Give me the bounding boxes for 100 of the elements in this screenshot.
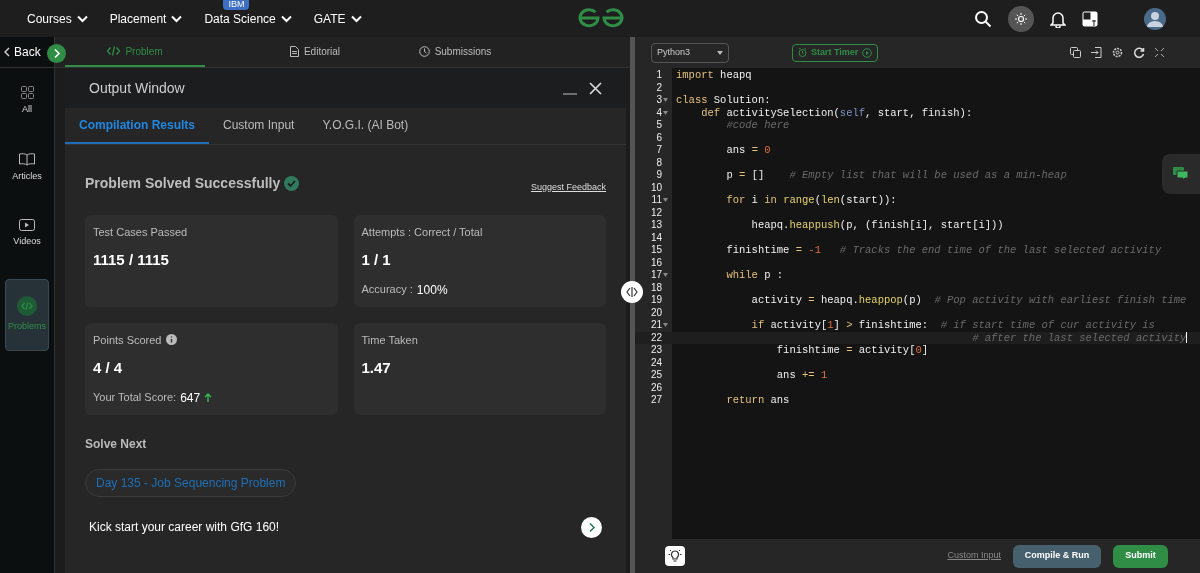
code-line: finishtime = -1 # Tracks the end time of the last selected activity (725, 244, 1162, 257)
fold-icon[interactable] (663, 198, 668, 203)
window-title: Output Window (89, 78, 185, 98)
chevron-right-icon[interactable] (581, 516, 602, 538)
copy-icon[interactable] (1070, 47, 1081, 58)
grid-icon (20, 86, 34, 99)
line-number: 3 (656, 94, 662, 107)
chevron-right-icon[interactable] (47, 44, 66, 63)
line-number: 23 (650, 344, 662, 357)
line-number: 6 (656, 131, 662, 144)
code-line: for i in range(len(start)): (725, 194, 897, 207)
document-icon (289, 45, 299, 57)
nav-menu[interactable]: Courses (27, 9, 88, 28)
avatar-icon[interactable] (1144, 7, 1166, 30)
line-number: 11 (651, 194, 662, 207)
card-note-value: 100% (416, 281, 448, 299)
splitter[interactable] (630, 37, 635, 573)
line-number: 9 (656, 169, 662, 182)
caret-icon (280, 14, 292, 23)
compile-run-button[interactable]: Compile & Run (1013, 544, 1101, 568)
nav-menu[interactable]: Data Science (204, 9, 292, 28)
card-note-label: Your Total Score: (93, 390, 177, 406)
back-button[interactable]: Back (0, 43, 41, 61)
caret-icon (76, 14, 88, 23)
code-line: if activity[1] > finishtime: # if start time of cur activity is (750, 319, 1155, 332)
settings-icon[interactable] (1112, 47, 1123, 58)
nav-menu[interactable]: Placement (109, 9, 183, 28)
tab[interactable]: Submissions (385, 37, 525, 67)
feedback-link[interactable]: Suggest Feedback (530, 181, 606, 195)
code-icon (107, 46, 121, 56)
sidebar-item[interactable]: All (5, 80, 49, 123)
book-icon (19, 152, 35, 166)
card-label: Points Scored (93, 332, 162, 348)
sun-icon (1015, 12, 1027, 25)
code-line: class Solution: (676, 94, 771, 107)
chat-button[interactable] (1162, 154, 1200, 194)
caret-icon (717, 50, 723, 55)
sidebar-item[interactable]: Videos (5, 213, 49, 255)
chevron-left-icon (4, 47, 10, 57)
custom-input-link[interactable]: Custom Input (947, 549, 1001, 563)
line-number: 21 (650, 319, 662, 332)
line-number: 13 (650, 219, 662, 232)
line-number: 14 (650, 231, 662, 244)
line-number: 12 (650, 206, 662, 219)
refresh-icon[interactable] (1133, 46, 1145, 59)
card-value: 4 / 4 (93, 358, 124, 378)
nav-menu[interactable]: GATE (313, 9, 362, 28)
resize-icon (626, 287, 638, 297)
alarm-icon (798, 48, 807, 57)
line-number: 19 (650, 294, 662, 307)
line-number: 24 (650, 356, 662, 369)
close-icon[interactable] (589, 81, 602, 95)
video-icon (19, 219, 35, 231)
translate-icon[interactable] (1082, 10, 1098, 27)
tab[interactable]: Custom Input (209, 108, 309, 144)
line-number: 20 (650, 306, 662, 319)
code-line: heapq.heappush(p, (finish[i], start[i])) (750, 219, 1004, 232)
language-dropdown[interactable]: Python3 (651, 42, 729, 63)
line-number: 5 (656, 119, 662, 132)
card-value: 1115 / 1115 (93, 250, 170, 270)
theme-toggle[interactable] (1008, 5, 1034, 32)
code-line: import heapq (676, 69, 752, 82)
code-area[interactable] (672, 68, 1200, 539)
text-cursor (1186, 332, 1188, 344)
chat-icon (1173, 167, 1189, 181)
card-note-label: Accuracy : (361, 282, 413, 298)
card-label: Attempts : Correct / Total (361, 224, 483, 240)
fold-icon[interactable] (663, 273, 668, 278)
import-icon[interactable] (1091, 47, 1102, 58)
bell-icon[interactable] (1050, 9, 1066, 28)
lightbulb-icon[interactable] (665, 546, 685, 566)
code-line: return ans (725, 394, 790, 407)
card-note-value: 647 (180, 389, 201, 407)
start-timer-button[interactable]: Start Timer (792, 43, 879, 62)
tab[interactable]: Editorial (245, 37, 385, 67)
card-value: 1.47 (361, 358, 392, 378)
status-heading: Problem Solved Successfully (85, 174, 281, 194)
code-line: while p : (725, 269, 784, 282)
tab[interactable]: Compilation Results (65, 108, 209, 144)
code-line: p = [] # Empty list that will be used as a min-heap (725, 169, 1067, 182)
sidebar-item[interactable]: Articles (5, 146, 49, 189)
line-number: 4 (656, 106, 662, 119)
line-number: 7 (656, 144, 662, 157)
search-icon[interactable] (974, 9, 992, 28)
expand-icon[interactable] (1155, 48, 1164, 57)
fold-icon[interactable] (663, 323, 668, 328)
line-number: 2 (656, 81, 662, 94)
tab[interactable]: Y.O.G.I. (AI Bot) (308, 108, 423, 144)
fold-icon[interactable] (663, 110, 668, 115)
code-line: ans = 0 (725, 144, 771, 157)
code-line: #code here (725, 119, 790, 132)
logo-icon[interactable] (576, 7, 626, 29)
code-line: finishtime = activity[0] (775, 344, 929, 357)
fold-icon[interactable] (663, 98, 668, 103)
info-icon[interactable] (166, 334, 178, 346)
code-icon (17, 295, 37, 316)
line-number: 1 (656, 69, 662, 82)
submit-button[interactable]: Submit (1113, 544, 1168, 568)
line-number: 16 (650, 256, 662, 269)
line-number: 27 (650, 394, 662, 407)
